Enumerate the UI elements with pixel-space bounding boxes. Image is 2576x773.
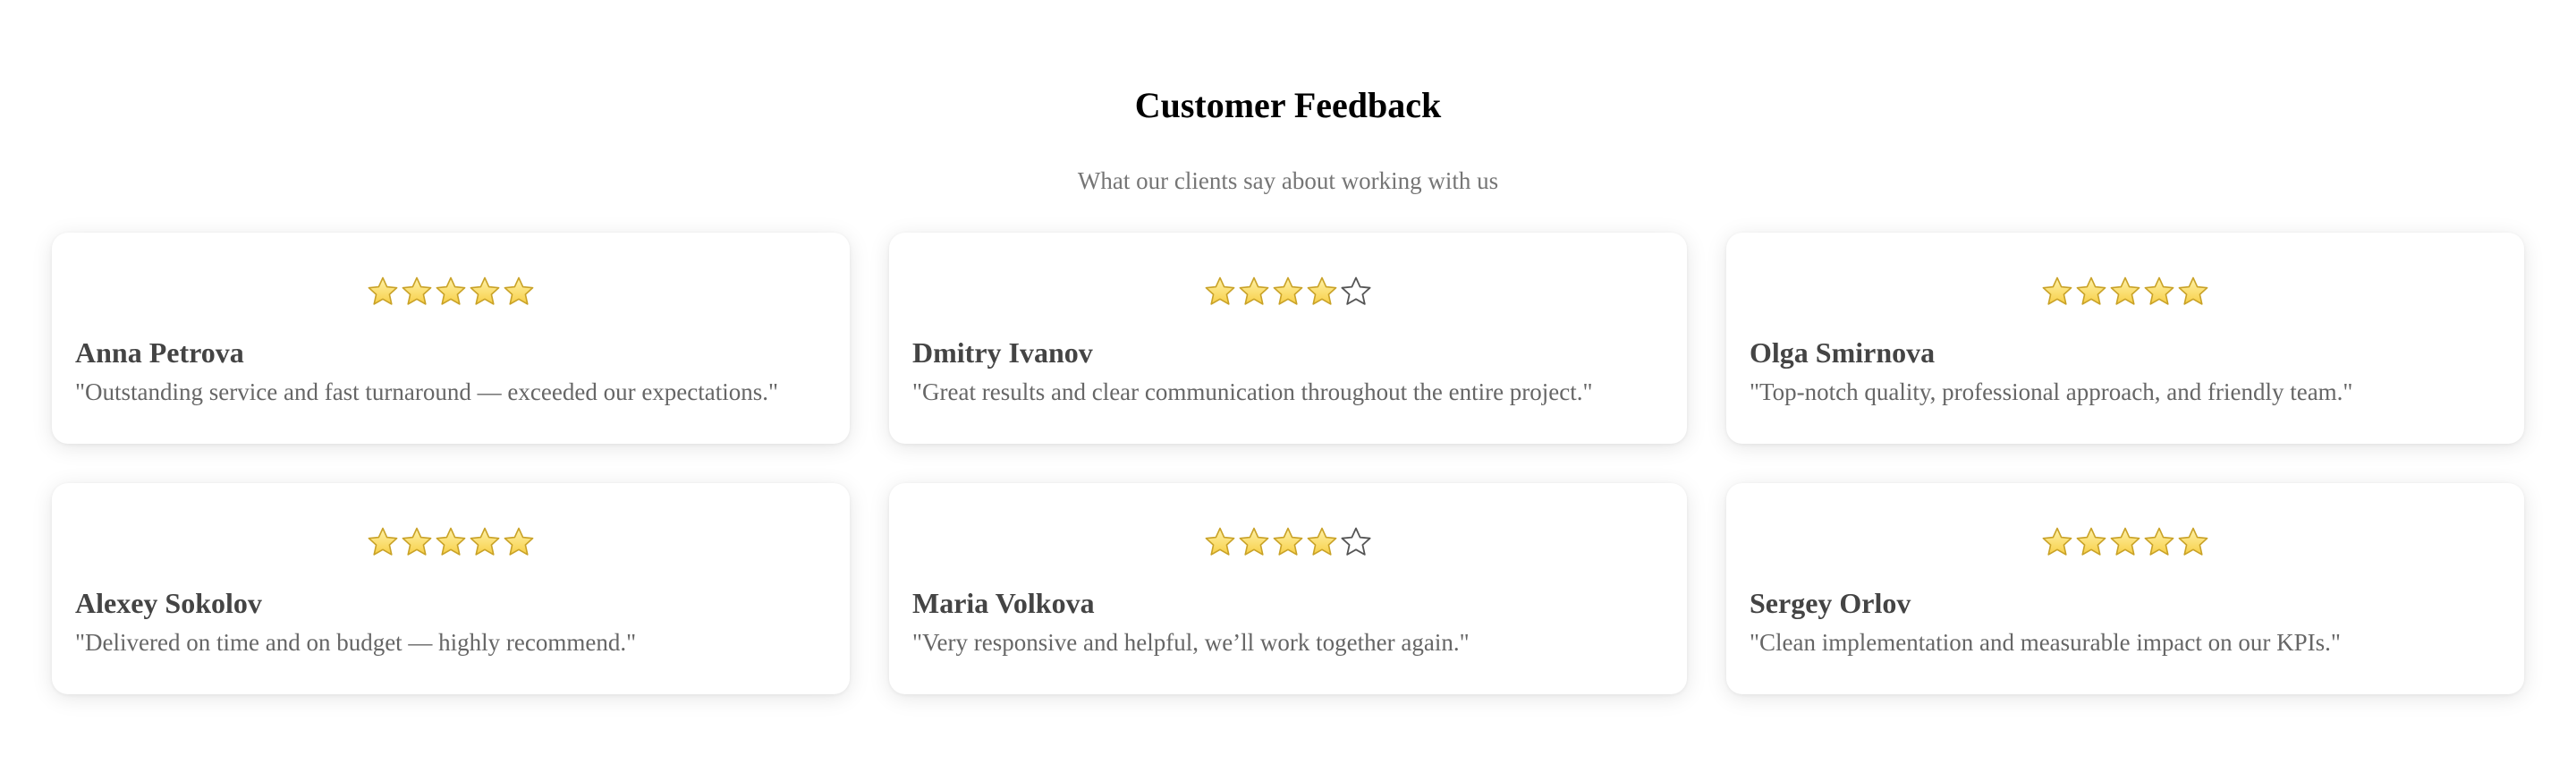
reviewer-name: Sergey Orlov [1750,587,1911,619]
star-empty-icon [1341,527,1371,556]
reviewer-name: Alexey Sokolov [75,587,262,619]
testimonial-card: Anna Petrova "Outstanding service and fa… [52,233,850,444]
star-filled-icon [2076,527,2106,556]
star-filled-icon [1307,527,1337,556]
reviewer-name: Dmitry Ivanov [912,336,1093,369]
star-filled-icon [1205,527,1235,556]
star-filled-icon [402,527,432,556]
star-filled-icon [1239,276,1269,305]
star-empty-icon [1341,276,1371,305]
reviewer-name: Maria Volkova [912,587,1095,619]
star-filled-icon [2178,276,2208,305]
star-rating [912,522,1664,565]
star-filled-icon [368,276,398,305]
testimonial-grid: Anna Petrova "Outstanding service and fa… [52,233,2524,694]
star-filled-icon [2178,527,2208,556]
testimonial-card: Dmitry Ivanov "Great results and clear c… [889,233,1687,444]
star-filled-icon [504,527,534,556]
star-filled-icon [1273,276,1303,305]
star-filled-icon [1239,527,1269,556]
testimonial-card: Maria Volkova "Very responsive and helpf… [889,483,1687,694]
star-filled-icon [2042,276,2072,305]
reviewer-name: Anna Petrova [75,336,244,369]
star-filled-icon [1307,276,1337,305]
star-filled-icon [2144,276,2174,305]
star-rating [1750,272,2501,315]
star-filled-icon [436,527,466,556]
testimonial-card: Olga Smirnova "Top-notch quality, profes… [1726,233,2524,444]
testimonial-card: Sergey Orlov "Clean implementation and m… [1726,483,2524,694]
star-filled-icon [402,276,432,305]
star-filled-icon [1273,527,1303,556]
star-filled-icon [2076,276,2106,305]
reviewer-name: Olga Smirnova [1750,336,1936,369]
star-rating [75,522,826,565]
star-filled-icon [2110,527,2140,556]
star-filled-icon [368,527,398,556]
star-filled-icon [2042,527,2072,556]
star-rating [75,272,826,315]
review-text: "Outstanding service and fast turnaround… [75,378,779,405]
review-text: "Great results and clear communication t… [912,378,1593,405]
review-text: "Clean implementation and measurable imp… [1750,629,2341,656]
page-subtitle: What our clients say about working with … [1077,167,1499,194]
star-filled-icon [2144,527,2174,556]
review-text: "Top-notch quality, professional approac… [1750,378,2353,405]
star-filled-icon [504,276,534,305]
star-filled-icon [1205,276,1235,305]
page-title: Customer Feedback [1134,85,1442,125]
star-filled-icon [470,276,500,305]
page: Customer Feedback What our clients say a… [0,0,2576,773]
review-text: "Delivered on time and on budget — highl… [75,629,637,656]
star-rating [1750,522,2501,565]
star-filled-icon [470,527,500,556]
testimonial-card: Alexey Sokolov "Delivered on time and on… [52,483,850,694]
star-filled-icon [2110,276,2140,305]
review-text: "Very responsive and helpful, we’ll work… [912,629,1470,656]
star-rating [912,272,1664,315]
star-filled-icon [436,276,466,305]
